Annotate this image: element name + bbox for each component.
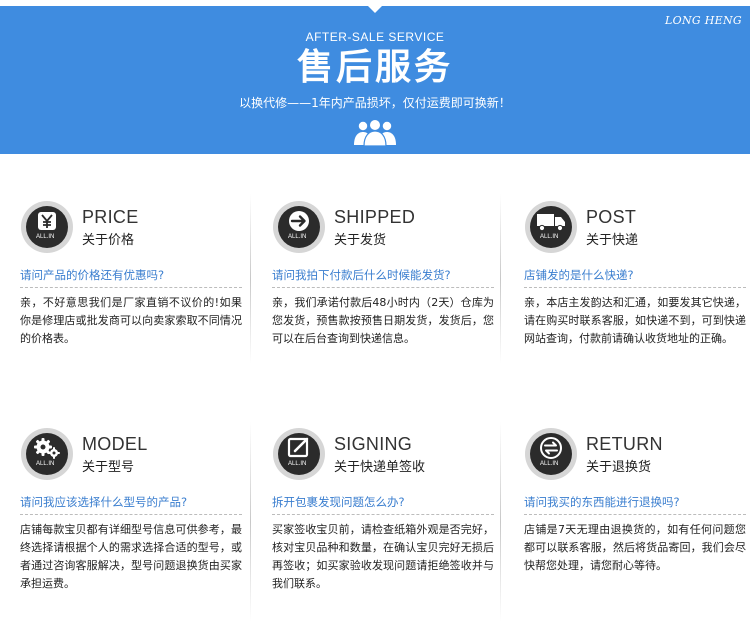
- banner-title: 售后服务: [296, 47, 453, 88]
- card-title-en: PRICE: [82, 207, 139, 227]
- badge-label: ALL.IN: [288, 461, 307, 467]
- dashed-divider: [20, 514, 242, 515]
- faq-answer: 亲，我们承诺付款后48小时内（2天）仓库为您发货，预售款按预售日期发货，发货后，…: [272, 296, 494, 345]
- faq-answer: 亲，不好意思我们是厂家直销不议价的!如果你是修理店或批发商可以向卖家索取不同情况…: [20, 296, 242, 345]
- faq-question: 拆开包裹发现问题怎么办?: [272, 495, 405, 509]
- faq-answer: 买家签收宝贝前，请检查纸箱外观是否完好，核对宝贝品种和数量，在确认宝贝完好无损后…: [272, 523, 494, 590]
- card-title-zh: 关于快递单签收: [334, 460, 426, 475]
- dashed-divider: [272, 514, 494, 515]
- card-title-en: SHIPPED: [334, 207, 416, 227]
- card-title-en: SIGNING: [334, 434, 413, 454]
- banner-notch: [368, 6, 382, 13]
- badge-label: ALL.IN: [540, 234, 559, 240]
- dashed-divider: [524, 287, 746, 288]
- faq-answer: 店铺每款宝贝都有详细型号信息可供参考，最终选择请根据个人的需求选择合适的型号，或…: [20, 523, 242, 590]
- faq-card-post: ALL.IN POST 关于快递 店铺发的是什么快递? 亲，本店主发韵达和汇通，…: [504, 154, 750, 382]
- faq-question: 请问我买的东西能进行退换吗?: [524, 495, 680, 509]
- exchange-arrows-icon: [525, 428, 577, 480]
- card-title-zh: 关于价格: [82, 233, 135, 248]
- card-title-zh: 关于型号: [82, 460, 135, 475]
- card-title-en: MODEL: [82, 434, 148, 454]
- column-divider: [250, 422, 251, 622]
- badge-label: ALL.IN: [36, 461, 55, 467]
- dashed-divider: [524, 514, 746, 515]
- badge-label: ALL.IN: [36, 234, 55, 240]
- card-title-zh: 关于退换货: [586, 460, 652, 475]
- gears-icon: [21, 428, 73, 480]
- faq-card-shipped: ALL.IN SHIPPED 关于发货 请问我拍下付款后什么时候能发货? 亲，我…: [252, 154, 502, 382]
- faq-question: 请问产品的价格还有优惠吗?: [20, 268, 165, 282]
- service-banner: LONG HENG AFTER-SALE SERVICE 售后服务 以换代修——…: [0, 6, 750, 154]
- banner-slogan: 以换代修——1年内产品损坏，仅付运费即可换新！: [239, 96, 511, 110]
- faq-answer: 店铺是7天无理由退换货的，如有任何问题您都可以联系客服，然后将货品寄回，我们会尽…: [524, 523, 746, 572]
- truck-icon: [525, 201, 577, 253]
- card-title-en: POST: [586, 207, 637, 227]
- card-title-zh: 关于快递: [586, 233, 639, 248]
- faq-answer: 亲，本店主发韵达和汇通，如要发其它快递，请在购买时联系客服，如快递不到，可到快递…: [524, 296, 746, 345]
- faq-card-price: ALL.IN PRICE 关于价格 请问产品的价格还有优惠吗? 亲，不好意思我们…: [0, 154, 250, 382]
- brand-logo: LONG HENG: [665, 14, 742, 27]
- dashed-divider: [272, 287, 494, 288]
- card-title-en: RETURN: [586, 434, 663, 454]
- badge-label: ALL.IN: [288, 234, 307, 240]
- faq-card-signing: ALL.IN SIGNING 关于快递单签收 拆开包裹发现问题怎么办? 买家签收…: [252, 381, 502, 609]
- faq-card-return: ALL.IN RETURN 关于退换货 请问我买的东西能进行退换吗? 店铺是7天…: [504, 381, 750, 609]
- banner-subtitle: AFTER-SALE SERVICE: [305, 30, 445, 44]
- card-title-zh: 关于发货: [334, 233, 387, 248]
- faq-question: 店铺发的是什么快递?: [524, 268, 634, 282]
- badge-label: ALL.IN: [540, 461, 559, 467]
- yen-icon: [21, 201, 73, 253]
- column-divider: [250, 194, 251, 364]
- edit-note-icon: [273, 428, 325, 480]
- faq-question: 请问我拍下付款后什么时候能发货?: [272, 268, 451, 282]
- faq-card-model: ALL.IN MODEL 关于型号 请问我应该选择什么型号的产品? 店铺每款宝贝…: [0, 381, 250, 609]
- people-group-icon: [354, 120, 396, 146]
- dashed-divider: [20, 287, 242, 288]
- faq-grid: ALL.IN PRICE 关于价格 请问产品的价格还有优惠吗? 亲，不好意思我们…: [0, 154, 750, 633]
- arrow-right-icon: [273, 201, 325, 253]
- faq-question: 请问我应该选择什么型号的产品?: [20, 495, 188, 509]
